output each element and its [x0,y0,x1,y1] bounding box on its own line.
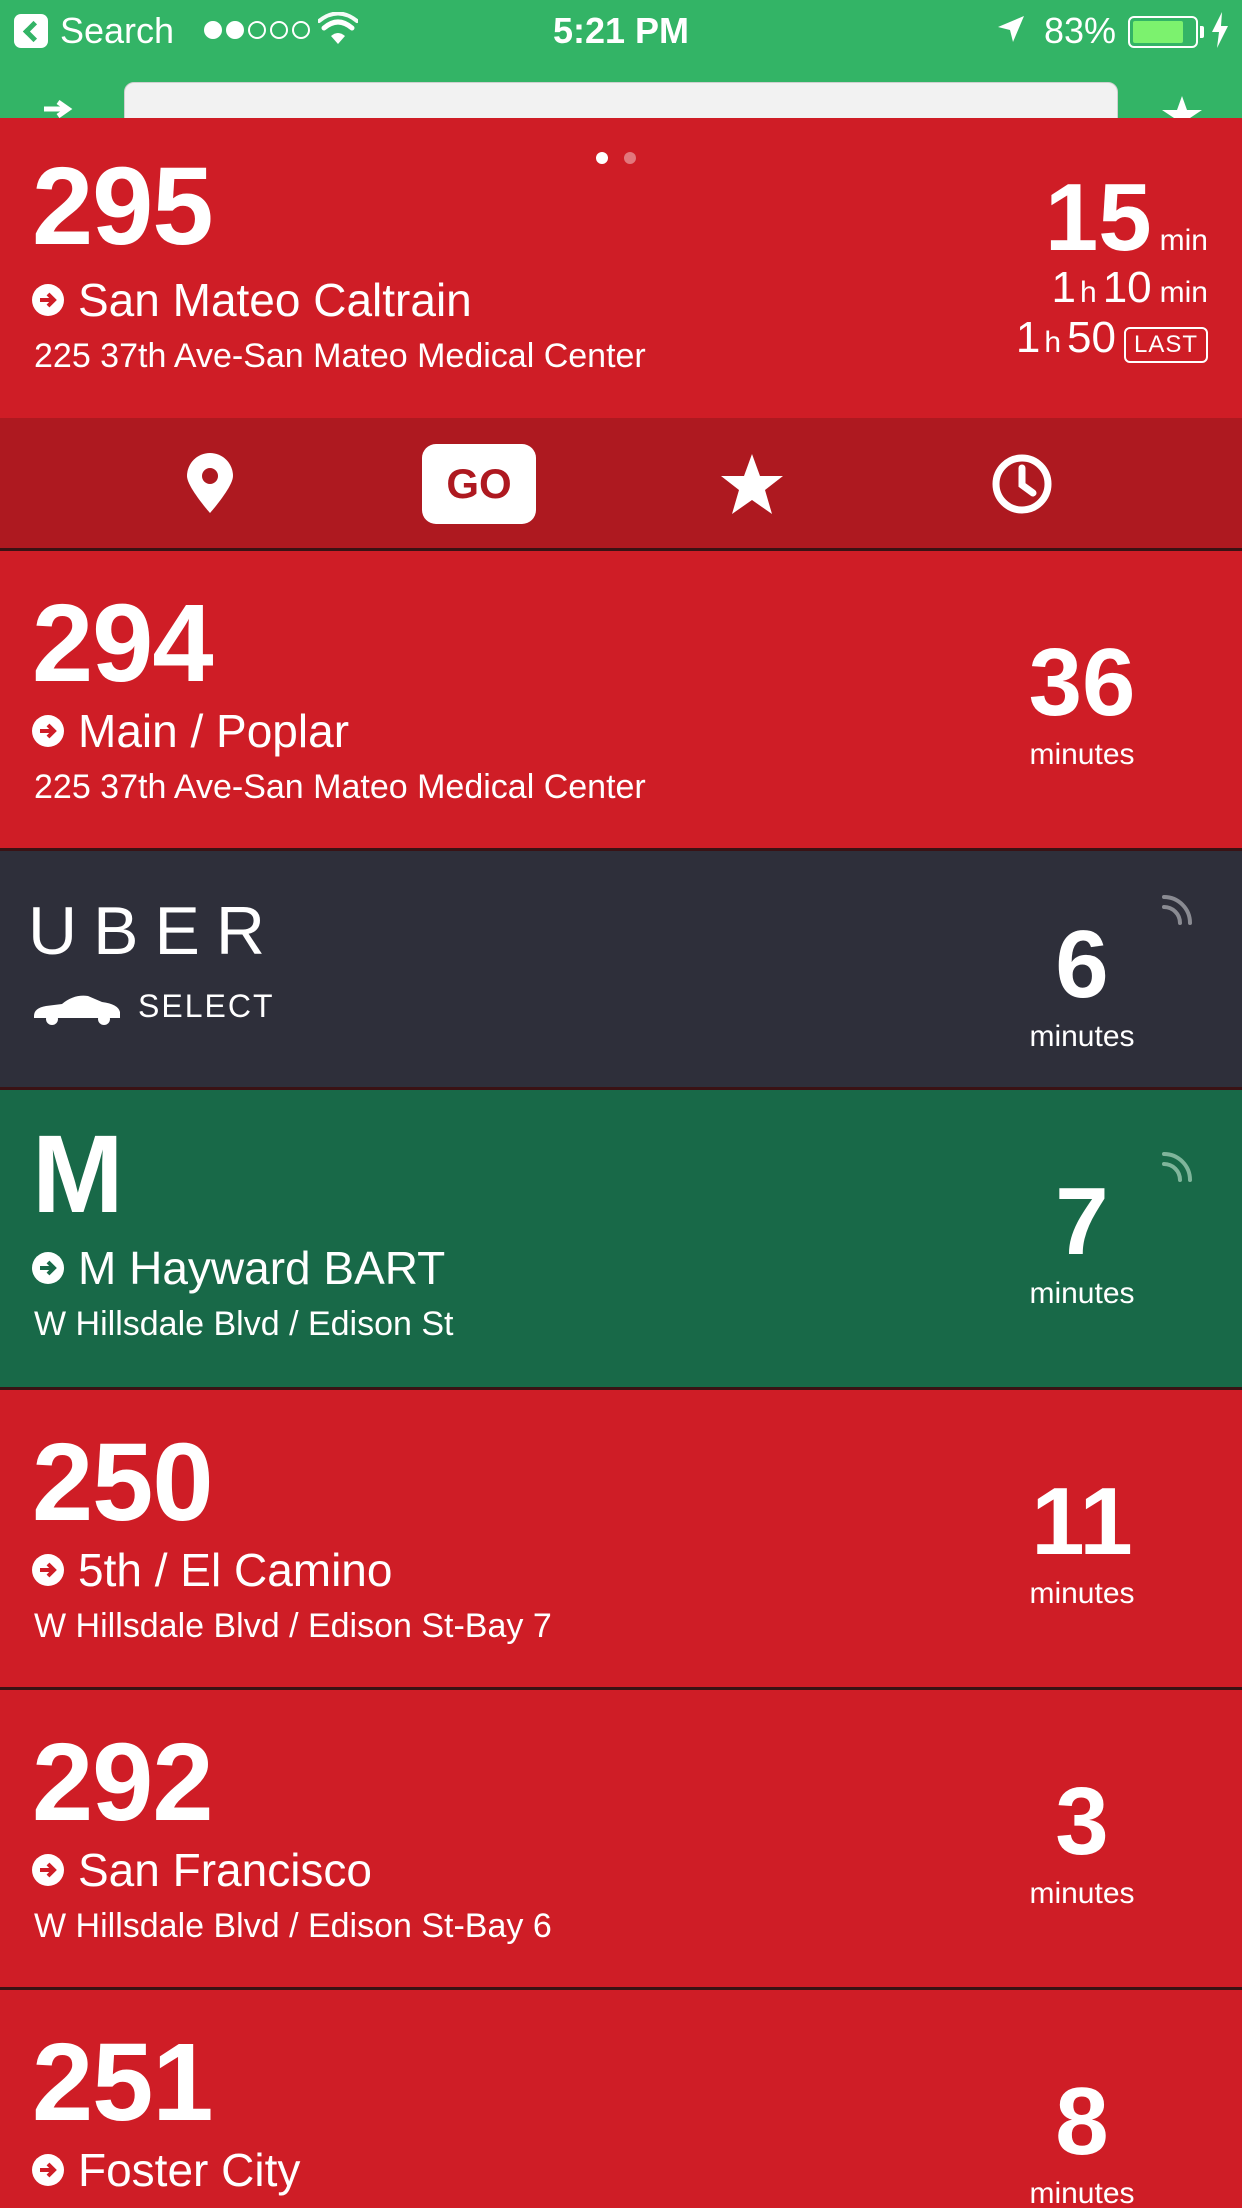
route-card-295[interactable]: 295 San Mateo Caltrain 225 37th Ave-San … [0,118,1242,418]
location-arrow-icon [998,16,1024,42]
route-card-m[interactable]: M M Hayward BART W Hillsdale Blvd / Edis… [0,1090,1242,1387]
map-button[interactable] [170,444,250,524]
direction-arrow-icon [32,2154,64,2186]
eta-unit: minutes [1029,1877,1135,1910]
eta-unit: minutes [1029,2177,1135,2208]
route-card-294[interactable]: 294 Main / Poplar 225 37th Ave-San Mateo… [0,551,1242,848]
eta-number: 3 [1055,1768,1109,1875]
car-icon [34,995,120,1025]
destination-row: M Hayward BART [32,1240,445,1296]
direction-arrow-icon [32,1554,64,1586]
eta: 7 minutes [972,1174,1192,1312]
battery-icon [1128,16,1198,48]
battery-tip [1200,26,1204,38]
arrival-minutes: 50 [1067,313,1116,362]
uber-card[interactable]: 6 minutes [0,851,1242,1087]
uber-service-type: SELECT [138,988,275,1024]
direction-arrow-icon [32,1252,64,1284]
route-number: 250 [32,1421,214,1544]
destination-label: San Mateo Caltrain [78,274,472,326]
eta: 11 minutes [972,1474,1192,1612]
go-button[interactable]: GO [422,444,536,524]
eta-unit: minutes [1029,1020,1135,1053]
eta-number: 11 [1031,1468,1133,1575]
destination-row: San Mateo Caltrain [32,272,472,328]
eta-number: 8 [1055,2068,1109,2175]
last-trip-badge: LAST [1123,327,1208,363]
star-icon [721,454,783,514]
stop-name: 225 37th Ave-San Mateo Medical Center [34,337,646,375]
arrival-time-2: 1 h 10 min [1052,264,1208,312]
route-number: M [32,1113,124,1236]
hour-unit: h [1080,276,1097,309]
eta-number: 7 [1055,1168,1109,1275]
favorite-button[interactable] [712,444,792,524]
destination-label: Main / Poplar [78,705,350,757]
action-bar: GO [0,418,1242,548]
stop-name: W Hillsdale Blvd / Edison St-Bay 7 [34,1607,552,1645]
star-icon[interactable] [1160,96,1204,118]
route-card-251[interactable]: 251 Foster City 8 minutes [0,1990,1242,2208]
direction-arrow-icon [32,1854,64,1886]
eta-unit: minutes [1029,738,1135,771]
destination-row: Main / Poplar [32,703,349,759]
stop-name: W Hillsdale Blvd / Edison St-Bay 6 [34,1907,552,1945]
page-dot-inactive [624,152,636,164]
route-card-292[interactable]: 292 San Francisco W Hillsdale Blvd / Edi… [0,1690,1242,1987]
arrival-hours: 1 [1051,263,1077,312]
destination-label: M Hayward BART [78,1242,446,1294]
route-number: 251 [32,2021,214,2144]
page-indicator [596,152,636,164]
route-card-250[interactable]: 250 5th / El Camino W Hillsdale Blvd / E… [0,1390,1242,1687]
arrival-minutes: 10 [1102,263,1152,312]
eta-number: 6 [1055,911,1109,1018]
schedule-button[interactable] [982,444,1062,524]
hour-unit: h [1044,326,1062,359]
stop-name: W Hillsdale Blvd / Edison St [34,1305,454,1343]
destination-label: Foster City [78,2144,301,2196]
location-pin-icon [187,453,233,513]
page-dot-active [596,152,608,164]
arrival-hours: 1 [1015,313,1041,362]
realtime-signal-icon [1162,1152,1192,1182]
eta-unit: minutes [1029,1577,1135,1610]
destination-label: San Francisco [78,1844,373,1896]
destination-row: 5th / El Camino [32,1542,392,1598]
direction-arrow-icon [32,715,64,747]
battery-percent: 83% [1044,10,1117,51]
arrival-unit: min [1159,224,1208,257]
stop-name: 225 37th Ave-San Mateo Medical Center [34,768,646,806]
eta: 6 minutes [972,917,1192,1055]
eta-number: 36 [1028,629,1136,736]
destination-label: 5th / El Camino [78,1544,393,1596]
destination-row: San Francisco [32,1842,372,1898]
arrival-minutes: 15 [1044,164,1152,271]
route-number: 295 [32,145,214,268]
clock-icon [992,454,1052,514]
arrival-unit: min [1159,276,1208,309]
charging-bolt-icon [1212,12,1228,48]
realtime-signal-icon [1162,895,1192,925]
route-number: 294 [32,582,214,705]
direction-arrow-icon [32,284,64,316]
route-number: 292 [32,1721,214,1844]
eta: 36 minutes [972,635,1192,773]
arrival-time-3: 1 h 50 LAST [1016,314,1208,363]
eta: 3 minutes [972,1774,1192,1912]
arrow-right-icon[interactable] [40,100,80,118]
arrival-time-1: 15 min [1045,170,1208,266]
eta-unit: minutes [1029,1277,1135,1310]
destination-row: Foster City [32,2142,300,2198]
eta: 8 minutes [972,2074,1192,2208]
uber-logo: UBER [28,893,281,969]
